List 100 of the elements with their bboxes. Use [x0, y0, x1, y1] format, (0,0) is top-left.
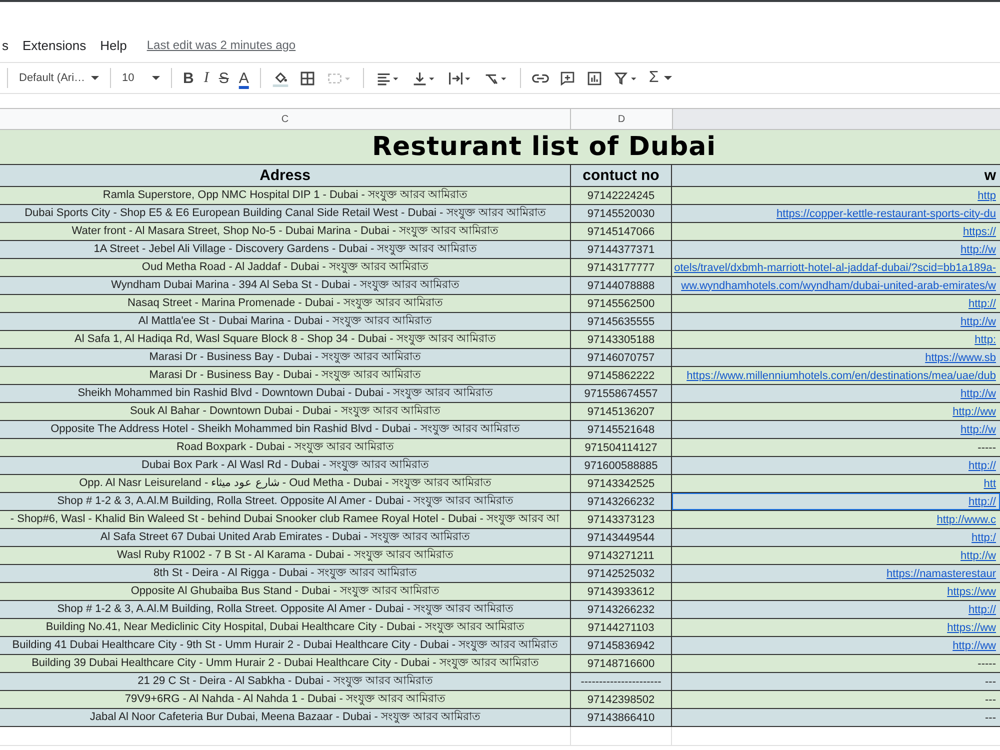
table-cell: 97146070757: [571, 349, 672, 366]
table-cell: 79V9+6RG - Al Nahda - Al Nahda 1 - Dubai - সংযুক্ত আরব আমিরাত: [0, 691, 571, 708]
column-header[interactable]: C: [0, 109, 571, 129]
link-cell[interactable]: htt: [672, 475, 1000, 492]
table-cell: 97145147066: [571, 223, 672, 240]
last-edit-link[interactable]: Last edit was 2 minutes ago: [146, 38, 296, 52]
table-cell: 971600588885: [571, 457, 672, 474]
table-cell: Wasl Ruby R1002 - 7 B St - Al Karama - Dubai - সংযুক্ত আরব আমিরাত: [0, 547, 571, 564]
table-cell-text: -----: [976, 440, 997, 456]
table-cell: Shop # 1-2 & 3, A.Al.M Building, Rolla Street. Opposite Al Amer - Dubai - সংযুক্ত আরব আমিরাত: [0, 601, 571, 618]
italic-button[interactable]: I: [202, 67, 211, 89]
table-cell: 97145520030: [571, 205, 672, 222]
table-cell: Al Safa 1, Al Hadiqa Rd, Wasl Square Block 8 - Shop 34 - Dubai - সংযুক্ত আরব আমিরাত: [0, 331, 571, 348]
table-cell: 8th St - Deira - Al Rigga - Dubai - সংযুক্ত আরব আমিরাত: [0, 565, 571, 582]
functions-button[interactable]: Σ: [646, 67, 674, 89]
link-cell[interactable]: http://ww: [672, 637, 1000, 654]
menu-item[interactable]: s: [2, 38, 8, 52]
table-cell: 97148716600: [571, 655, 672, 672]
filter-icon[interactable]: [612, 70, 639, 86]
table-cell: 97143177777: [571, 259, 672, 276]
table-cell: Ramla Superstore, Opp NMC Hospital DIP 1 - Dubai - সংযুক্ত আরব আমিরাত: [0, 187, 571, 204]
link-cell[interactable]: http: [672, 187, 1000, 204]
text-wrap-icon[interactable]: [446, 70, 473, 86]
table-cell: 971504114127: [571, 439, 672, 456]
link-cell[interactable]: otels/travel/dxbmh-marriott-hotel-al-jaddaf-dubai/?scid=bb1a189a-: [672, 259, 1000, 276]
caret-icon: [152, 76, 160, 80]
table-cell: Dubai Box Park - Al Wasl Rd - Dubai - সংযুক্ত আরব আমিরাত: [0, 457, 571, 474]
table-cell: Building 41 Dubai Healthcare City - 9th St - Umm Hurair 2 - Dubai Healthcare City - Dubai - সংযুক্ত আরব আমিরাত: [0, 637, 571, 654]
table-cell: Opposite The Address Hotel - Sheikh Mohammed bin Rashid Blvd - Dubai - সংযুক্ত আরব আমিরাত: [0, 421, 571, 438]
table-cell: Opp. Al Nasr Leisureland - شارع عود ميثاء - Oud Metha - Dubai - সংযুক্ত আরব আমিরাত: [0, 475, 571, 492]
table-cell: 97142398502: [571, 691, 672, 708]
table-cell: Road Boxpark - Dubai - সংযুক্ত আরব আমিরাত: [0, 439, 571, 456]
link-cell[interactable]: http://w: [672, 241, 1000, 258]
table-cell-text: ---: [984, 692, 997, 708]
font-dropdown[interactable]: Default (Ari…: [17, 72, 101, 84]
chart-icon[interactable]: [586, 70, 603, 86]
table-cell: Marasi Dr - Business Bay - Dubai - সংযুক্ত আরব আমিরাত: [0, 367, 571, 384]
fill-color-icon[interactable]: [272, 70, 289, 86]
table-cell: 21 29 C St - Deira - Al Sabkha - Dubai - সংযুক্ত আরব আমিরাত: [0, 673, 571, 690]
color-button[interactable]: A: [236, 67, 251, 89]
table-cell: 97145562500: [571, 295, 672, 312]
link-cell[interactable]: http://: [672, 457, 1000, 474]
table-cell: 97143373123: [571, 511, 672, 528]
table-cell: 971558674557: [571, 385, 672, 402]
table-header: w: [983, 166, 997, 186]
comment-icon[interactable]: [558, 70, 576, 86]
table-cell: Al Mattla'ee St - Dubai Marina - Dubai - সংযুক্ত আরব আমিরাত: [0, 313, 571, 330]
menu-item[interactable]: Help: [100, 38, 127, 52]
link-cell[interactable]: http://: [672, 493, 1000, 510]
caret-icon: [664, 76, 672, 80]
link-cell[interactable]: https://ww: [672, 583, 1000, 600]
link-cell[interactable]: https://ww: [672, 619, 1000, 636]
table-cell: Souk Al Bahar - Downtown Dubai - Dubai - সংযুক্ত আরব আমিরাত: [0, 403, 571, 420]
menu-item[interactable]: Extensions: [22, 38, 86, 52]
link-cell[interactable]: http://ww: [672, 403, 1000, 420]
table-cell: Jabal Al Noor Cafeteria Bur Dubai, Meena Bazaar - Dubai - সংযুক্ত আরব আমিরাত: [0, 709, 571, 726]
table-cell: 97142224245: [571, 187, 672, 204]
link-cell[interactable]: http://: [672, 295, 1000, 312]
link-cell[interactable]: http://w: [672, 385, 1000, 402]
table-cell: 97143449544: [571, 529, 672, 546]
link-cell[interactable]: http://w: [672, 547, 1000, 564]
table-cell: 97145136207: [571, 403, 672, 420]
caret-icon: [91, 76, 99, 80]
link-cell[interactable]: https://namasterestaur: [672, 565, 1000, 582]
table-cell: 97144078888: [571, 277, 672, 294]
sheet-title: Resturant list of Dubai: [372, 132, 716, 162]
table-cell: 97144271103: [571, 619, 672, 636]
link-cell[interactable]: http:: [672, 331, 1000, 348]
bold-button[interactable]: B: [181, 67, 196, 89]
link-cell[interactable]: http:/: [672, 529, 1000, 546]
link-cell[interactable]: ww.wyndhamhotels.com/wyndham/dubai-united-arab-emirates/w: [672, 277, 1000, 294]
link-cell[interactable]: https://copper-kettle-restaurant-sports-city-du: [672, 205, 1000, 222]
table-header: Adress: [0, 165, 571, 186]
table-cell: 1A Street - Jebel Ali Village - Discovery Gardens - Dubai - সংযুক্ত আরব আমিরাত: [0, 241, 571, 258]
table-cell: 97143271211: [571, 547, 672, 564]
table-cell: 97143305188: [571, 331, 672, 348]
table-cell: Sheikh Mohammed bin Rashid Blvd - Downtown Dubai - Dubai - সংযুক্ত আরব আমিরাত: [0, 385, 571, 402]
borders-icon[interactable]: [298, 70, 316, 86]
table-cell-text: -----: [976, 656, 997, 672]
table-cell: Wyndham Dubai Marina - 394 Al Seba St - Dubai - সংযুক্ত আরব আমিরাত: [0, 277, 571, 294]
link-cell[interactable]: http://: [672, 601, 1000, 618]
table-cell: 97143342525: [571, 475, 672, 492]
table-header: contuct no: [571, 165, 672, 186]
link-cell[interactable]: http://www.c: [672, 511, 1000, 528]
table-cell: 97145862222: [571, 367, 672, 384]
table-cell: 97143866410: [571, 709, 672, 726]
table-cell: 97143266232: [571, 601, 672, 618]
link-cell[interactable]: http://w: [672, 421, 1000, 438]
link-cell[interactable]: http://w: [672, 313, 1000, 330]
table-cell: 97145635555: [571, 313, 672, 330]
table-cell-text: ---: [984, 674, 997, 690]
link-cell[interactable]: https://www.sb: [672, 349, 1000, 366]
table-cell: Water front - Al Masara Street, Shop No-5 - Dubai Marina - Dubai - সংযুক্ত আরব আমিরাত: [0, 223, 571, 240]
table-cell: Oud Metha Road - Al Jaddaf - Dubai - সংযুক্ত আরব আমিরাত: [0, 259, 571, 276]
strike-button[interactable]: S: [216, 67, 231, 89]
link-cell[interactable]: https://www.millenniumhotels.com/en/destinations/mea/uae/dub: [672, 367, 1000, 384]
table-cell: Marasi Dr - Business Bay - Dubai - সংযুক্ত আরব আমিরাত: [0, 349, 571, 366]
link-cell[interactable]: https://: [672, 223, 1000, 240]
font-size-dropdown[interactable]: 10: [120, 72, 162, 84]
table-cell: Building 39 Dubai Healthcare City - Umm Hurair 2 - Dubai Healthcare City - Dubai - সংযুক্ত আরব আমিরাত: [0, 655, 571, 672]
